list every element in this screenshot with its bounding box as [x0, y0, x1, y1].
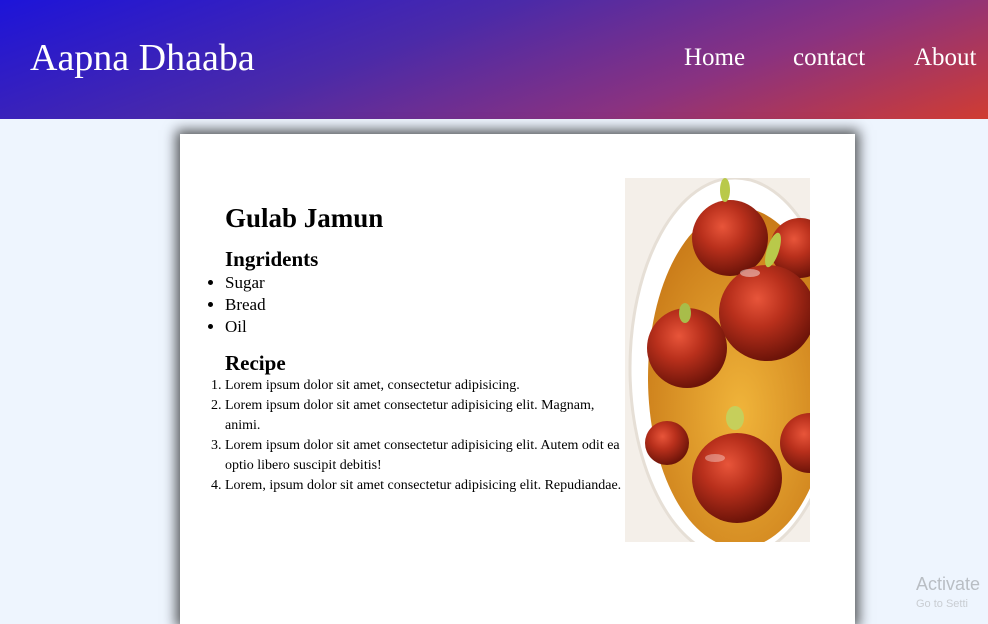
ingredients-list: Sugar Bread Oil — [225, 272, 630, 338]
recipe-heading: Recipe — [225, 351, 286, 375]
ingredient-item: Sugar — [225, 272, 630, 294]
ingredient-item: Oil — [225, 316, 630, 338]
recipe-step: Lorem ipsum dolor sit amet consectetur a… — [225, 436, 630, 476]
brand-logo-text[interactable]: Aapna Dhaaba — [30, 36, 255, 80]
nav-link-contact[interactable]: contact — [793, 44, 865, 72]
gulab-jamun-photo — [625, 178, 810, 542]
recipe-content: Gulab Jamun Ingridents Sugar Bread Oil R… — [225, 200, 630, 496]
nav-link-about[interactable]: About — [914, 44, 977, 72]
recipe-card: Gulab Jamun Ingridents Sugar Bread Oil R… — [180, 134, 855, 624]
activation-watermark-sub: Go to Setti — [916, 598, 968, 610]
activation-watermark: Activate — [916, 574, 981, 594]
nav-link-home[interactable]: Home — [684, 44, 745, 72]
ingredient-item: Bread — [225, 294, 630, 316]
site-header: Aapna Dhaaba Home contact About — [0, 0, 988, 119]
recipe-step: Lorem ipsum dolor sit amet consectetur a… — [225, 396, 630, 436]
recipe-steps-list: Lorem ipsum dolor sit amet, consectetur … — [225, 376, 630, 496]
recipe-step: Lorem ipsum dolor sit amet, consectetur … — [225, 376, 630, 396]
recipe-title: Gulab Jamun — [225, 203, 384, 233]
recipe-step: Lorem, ipsum dolor sit amet consectetur … — [225, 476, 630, 496]
ingredients-heading: Ingridents — [225, 247, 319, 271]
